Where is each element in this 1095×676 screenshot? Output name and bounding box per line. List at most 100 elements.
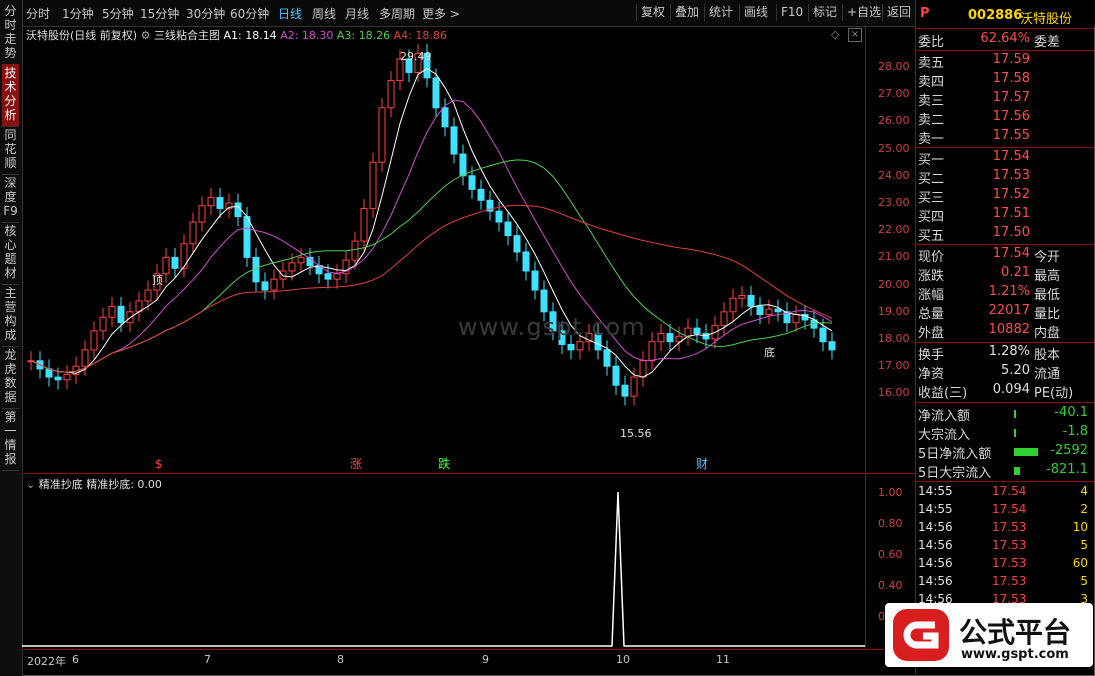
candle-body xyxy=(270,278,278,291)
row-label: 现价 xyxy=(918,250,945,265)
flow-value: -1.8 xyxy=(1062,424,1088,439)
y-tick-label: 27.00 xyxy=(878,87,910,101)
row-value: 17.55 xyxy=(992,128,1030,143)
candle-body xyxy=(567,343,575,351)
x-tick: 10 xyxy=(616,653,630,666)
candle-body xyxy=(756,305,764,316)
row-label-2: 最高 xyxy=(1034,269,1061,284)
period-tab[interactable]: 5分钟 xyxy=(102,5,134,22)
event-marker: 涨 xyxy=(350,456,362,471)
row-label: 涨幅 xyxy=(918,288,945,303)
tab-ths[interactable]: 同花顺 xyxy=(2,126,19,175)
tab-f9[interactable]: 深度F9 xyxy=(2,174,19,223)
tab-dragon-tiger[interactable]: 龙虎数据 xyxy=(2,346,19,409)
row-label: 涨跌 xyxy=(918,269,945,284)
row-value: 17.51 xyxy=(992,206,1030,221)
tick-price: 17.53 xyxy=(992,574,1027,588)
candle-body xyxy=(261,281,269,291)
bid-row: 买三 17.52 xyxy=(918,187,1088,206)
flow-bar xyxy=(1014,467,1020,475)
candle-body xyxy=(180,243,188,269)
fuquan-button[interactable]: 复权 xyxy=(636,4,669,21)
gspt-logo: 公式平台 www.gspt.com xyxy=(885,603,1093,667)
add-watchlist-button[interactable]: +自选 xyxy=(842,4,885,21)
row-value: 17.59 xyxy=(992,52,1030,67)
candle-body xyxy=(54,376,62,381)
candle-body xyxy=(702,333,710,340)
candle-body xyxy=(369,161,377,209)
row-value: 0.094 xyxy=(992,382,1030,397)
period-tab[interactable]: 周线 xyxy=(312,5,336,22)
row-label: 卖五 xyxy=(918,56,945,71)
top-signal-label: 顶 xyxy=(152,274,163,287)
event-marker: $ xyxy=(155,457,163,471)
tick-volume: 5 xyxy=(1080,574,1088,588)
draw-button[interactable]: 画线 xyxy=(739,4,772,21)
stat-row: 外盘 10882 内盘 xyxy=(918,322,1088,341)
row-label-2: 今开 xyxy=(1034,250,1061,265)
sub-y-tick-label: 0.60 xyxy=(878,548,903,561)
row-label-2: 最低 xyxy=(1034,288,1061,303)
row-label: 卖一 xyxy=(918,132,945,147)
sub-chart-svg xyxy=(22,491,865,647)
row-value: 17.53 xyxy=(992,168,1030,183)
tab-technical[interactable]: 技术分析 xyxy=(2,64,19,127)
tick-price: 17.53 xyxy=(992,520,1027,534)
stats-button[interactable]: 统计 xyxy=(704,4,737,21)
period-tab[interactable]: 15分钟 xyxy=(140,5,179,22)
sub-indicator-name[interactable]: 精准抄底 xyxy=(39,478,83,491)
tab-themes[interactable]: 核心题材 xyxy=(2,222,19,285)
candle-body xyxy=(234,202,242,218)
period-tab[interactable]: 1分钟 xyxy=(62,5,94,22)
chevron-down-icon[interactable]: ⌄ xyxy=(26,478,35,491)
period-tab[interactable]: 60分钟 xyxy=(230,5,269,22)
logo-text: 公式平台 xyxy=(959,616,1072,649)
candle-body xyxy=(81,349,89,367)
candle-body xyxy=(621,384,629,397)
ask-row: 卖四 17.58 xyxy=(918,71,1088,90)
period-tab[interactable]: 多周期 xyxy=(379,5,415,22)
row-label-2: 量比 xyxy=(1034,307,1061,322)
tick-row: 14:56 17.53 5 xyxy=(918,538,1088,556)
period-tab-daily[interactable]: 日线 xyxy=(278,5,302,22)
tick-volume: 60 xyxy=(1072,556,1088,570)
row-label: 卖二 xyxy=(918,113,945,128)
x-tick: 6 xyxy=(72,653,79,666)
f10-button[interactable]: F10 xyxy=(776,4,807,21)
period-tab[interactable]: 月线 xyxy=(345,5,369,22)
y-tick-label: 26.00 xyxy=(878,114,910,128)
candle-body xyxy=(207,197,215,207)
sub-y-tick-label: 0.80 xyxy=(878,517,903,530)
row-value: 17.57 xyxy=(992,90,1030,105)
flow-bar xyxy=(1014,410,1016,418)
back-button[interactable]: 返回 xyxy=(882,4,915,21)
stat-row: 净资 5.20 流通 xyxy=(918,363,1088,382)
flow-label: 5日大宗流入 xyxy=(918,466,992,481)
sub-y-tick-label: 1.00 xyxy=(878,486,903,499)
tab-intraday[interactable]: 分时走势 xyxy=(2,2,19,65)
y-tick-label: 17.00 xyxy=(878,359,910,373)
candle-body xyxy=(297,256,305,264)
tab-news[interactable]: 第一情报 xyxy=(2,408,19,471)
candle-body xyxy=(378,107,386,163)
main-kline-chart[interactable]: 29.49 15.56 顶底 $ 涨 跌 财 xyxy=(22,26,865,472)
candle-body xyxy=(828,341,836,351)
bid-row: 买一 17.54 xyxy=(918,149,1088,168)
candle-body xyxy=(576,341,584,351)
period-tab[interactable]: 分时 xyxy=(26,5,50,22)
candle-body xyxy=(657,333,665,343)
period-tab[interactable]: 30分钟 xyxy=(186,5,225,22)
ask-row: 卖一 17.55 xyxy=(918,128,1088,147)
row-label-2: 内盘 xyxy=(1034,326,1061,341)
mark-button[interactable]: 标记 xyxy=(808,4,841,21)
ask-row: 卖二 17.56 xyxy=(918,109,1088,128)
candle-body xyxy=(495,210,503,223)
tick-volume: 5 xyxy=(1080,538,1088,552)
sub-indicator-chart[interactable]: ⌄ 精准抄底 精准抄底: 0.00 xyxy=(22,473,865,650)
overlay-button[interactable]: 叠加 xyxy=(670,4,703,21)
stat-row: 总量 22017 量比 xyxy=(918,303,1088,322)
period-tab-more[interactable]: 更多 > xyxy=(422,5,460,22)
candle-body xyxy=(117,305,125,324)
tab-business[interactable]: 主营构成 xyxy=(2,284,19,347)
tick-price: 17.53 xyxy=(992,556,1027,570)
